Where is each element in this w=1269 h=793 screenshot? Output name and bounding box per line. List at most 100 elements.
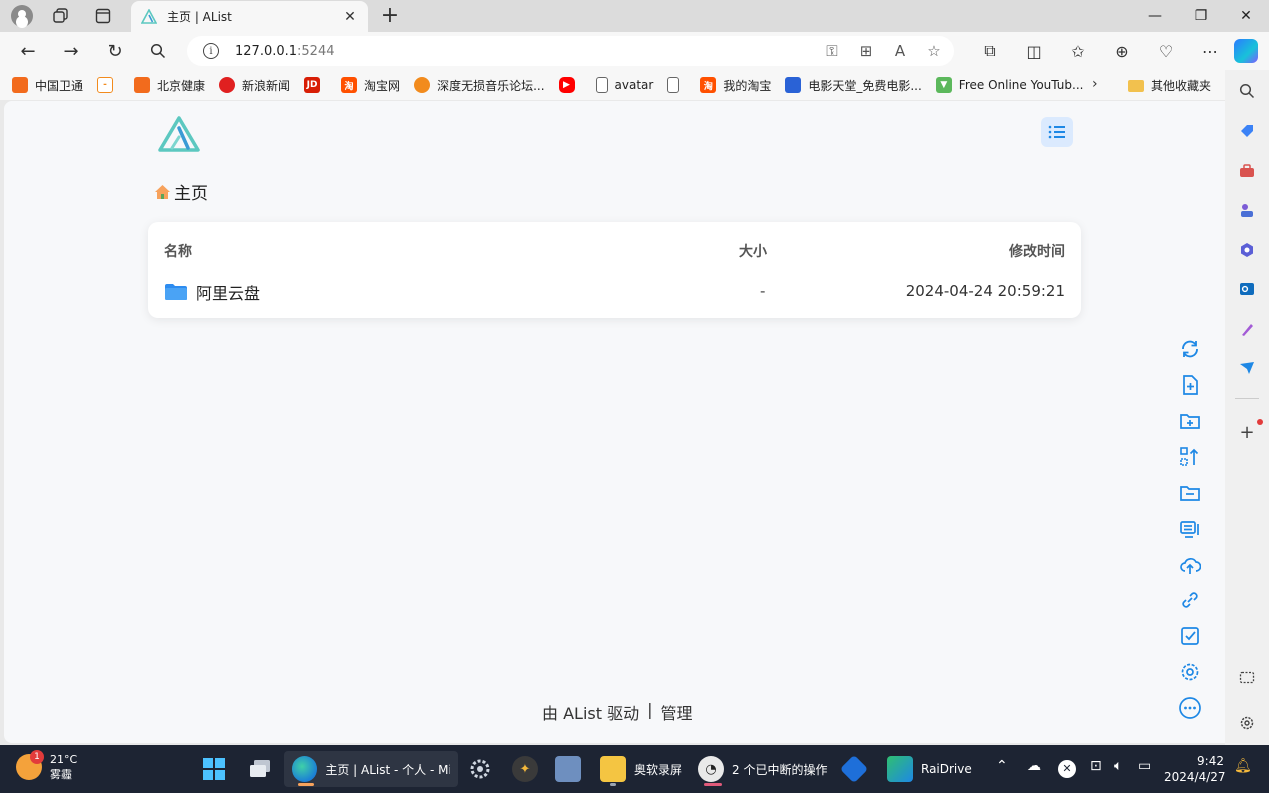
manage-link[interactable]: 管理 — [660, 700, 692, 724]
start-button[interactable] — [202, 751, 226, 787]
taskbar-operations[interactable]: ◔ 2 个已中断的操作 — [698, 751, 827, 787]
taskbar-edge-window[interactable]: 主页 | AList - 个人 - Mic — [284, 751, 458, 787]
bookmark-item[interactable]: 电影天堂_免费电影... — [785, 77, 922, 94]
bookmark-item[interactable]: 深度无损音乐论坛... — [414, 77, 545, 94]
bookmark-item[interactable]: JD — [304, 77, 327, 93]
notification-bell-icon[interactable]: 🔔︎ — [1234, 758, 1252, 774]
folder-icon — [165, 284, 187, 300]
split-screen-icon[interactable]: ◫ — [1012, 37, 1056, 65]
taskbar-app[interactable]: ✦ — [512, 751, 546, 787]
sidebar-settings-icon[interactable] — [1237, 713, 1257, 733]
browser-tab-active[interactable]: 主页 | AList ✕ — [131, 1, 368, 32]
refresh-icon[interactable] — [1178, 337, 1202, 361]
sidebar-screenshot-icon[interactable] — [1237, 668, 1257, 688]
taskbar-settings-app[interactable] — [468, 751, 492, 787]
task-view-button[interactable] — [248, 751, 272, 787]
bookmark-item[interactable] — [667, 77, 686, 93]
taskbar-recorder[interactable]: 奥软录屏 — [600, 751, 682, 787]
settings-gear-icon[interactable] — [1178, 660, 1202, 684]
bookmark-item[interactable]: 淘我的淘宝 — [700, 77, 771, 94]
other-favorites-folder[interactable]: 其他收藏夹 — [1128, 77, 1211, 94]
weather-widget[interactable]: 1 21°C 雾霾 — [16, 750, 77, 782]
sidebar-shopping-tag-icon[interactable] — [1237, 121, 1257, 141]
back-button[interactable]: ← — [13, 37, 43, 65]
address-url: 127.0.0.1:5244 — [235, 44, 335, 59]
bookmarks-overflow-chevron-icon[interactable]: › — [1092, 76, 1098, 92]
bookmark-item[interactable]: 淘淘宝网 — [341, 77, 400, 94]
profile-button[interactable] — [8, 3, 36, 29]
bookmark-item[interactable]: ▶ — [558, 77, 582, 93]
breadcrumb-home[interactable]: 主页 — [174, 179, 208, 204]
active-window-indicator — [298, 783, 314, 786]
powered-by-link[interactable]: 由 AList 驱动 — [542, 700, 639, 724]
browser-essentials-icon[interactable]: ♡ — [1144, 37, 1188, 65]
site-info-icon[interactable]: i — [203, 43, 219, 59]
app-icon — [555, 756, 581, 782]
sidebar-outlook-icon[interactable] — [1237, 279, 1257, 299]
tray-chevron-up-icon[interactable]: ⌃ — [996, 758, 1008, 774]
taskbar-raidrive[interactable]: RaiDrive — [887, 751, 972, 787]
bookmark-item[interactable]: 中国卫通 — [12, 77, 83, 94]
select-checkbox-icon[interactable] — [1178, 624, 1202, 648]
bookmark-item[interactable]: - — [97, 77, 120, 93]
sidebar-send-icon[interactable] — [1237, 358, 1257, 378]
column-header-size[interactable]: 大小 — [739, 241, 767, 261]
column-header-name[interactable]: 名称 — [164, 241, 192, 261]
favorite-star-icon[interactable]: ☆ — [924, 40, 944, 62]
collections-icon[interactable]: ⊕ — [1100, 37, 1144, 65]
sidebar-microsoft365-icon[interactable] — [1237, 240, 1257, 260]
weather-description: 雾霾 — [50, 768, 72, 781]
column-header-modified[interactable]: 修改时间 — [1009, 241, 1065, 261]
favorites-icon[interactable]: ✩ — [1056, 37, 1100, 65]
file-name-cell[interactable]: 阿里云盘 — [164, 280, 260, 304]
password-key-icon[interactable]: ⚿ — [822, 40, 842, 62]
new-file-icon[interactable] — [1178, 373, 1202, 397]
forward-button[interactable]: → — [56, 37, 86, 65]
extensions-icon[interactable]: ⧉ — [968, 37, 1012, 65]
copilot-icon[interactable] — [1234, 39, 1258, 63]
more-options-icon[interactable] — [1178, 696, 1202, 720]
bookmark-item[interactable]: ▼ Free Online YouTub... — [935, 77, 1083, 93]
sidebar-designer-icon[interactable] — [1237, 319, 1257, 339]
sort-icon[interactable] — [1178, 445, 1202, 469]
system-clock[interactable]: 9:42 2024/4/27 — [1164, 753, 1226, 785]
tray-volume-icon[interactable]: 🔈︎ — [1114, 758, 1122, 774]
layout-toggle-button[interactable] — [1041, 117, 1073, 147]
bookmark-item[interactable]: 北京健康 — [134, 77, 205, 94]
tab-actions-button[interactable] — [89, 3, 117, 29]
tray-battery-icon[interactable]: ▭ — [1138, 758, 1151, 774]
bookmark-item[interactable]: avatar — [595, 77, 653, 93]
close-window-button[interactable]: ✕ — [1223, 0, 1269, 32]
alist-logo-icon[interactable] — [157, 115, 201, 153]
windows-taskbar: 1 21°C 雾霾 主页 | AList - 个人 - Mic ✦ 奥软录屏 ◔… — [0, 745, 1269, 793]
open-folder-icon[interactable] — [1178, 481, 1202, 505]
file-list: 名称 大小 修改时间 阿里云盘 - 2024-04-24 20:59:21 — [148, 222, 1081, 318]
app-available-icon[interactable]: ⊞ — [856, 40, 876, 62]
address-bar[interactable]: i 127.0.0.1:5244 ⚿ ⊞ A ☆ — [187, 36, 954, 66]
sidebar-games-icon[interactable] — [1237, 200, 1257, 220]
upload-cloud-icon[interactable] — [1178, 553, 1202, 577]
tray-onedrive-icon[interactable]: ☁ — [1027, 758, 1041, 774]
sidebar-search-icon[interactable] — [1237, 81, 1257, 101]
search-button[interactable] — [143, 37, 173, 65]
new-folder-icon[interactable] — [1178, 409, 1202, 433]
weibo-icon — [219, 77, 236, 93]
sidebar-tools-icon[interactable] — [1237, 161, 1257, 181]
tray-network-icon[interactable]: ⊡ — [1090, 758, 1102, 774]
offline-download-icon[interactable] — [1178, 517, 1202, 541]
sidebar-add-icon[interactable]: + — [1237, 422, 1257, 443]
more-menu-icon[interactable]: ⋯ — [1188, 37, 1232, 65]
table-row[interactable]: 阿里云盘 - 2024-04-24 20:59:21 — [148, 276, 1081, 308]
refresh-button[interactable]: ↻ — [100, 37, 130, 65]
restore-button[interactable]: ❐ — [1178, 0, 1224, 32]
bookmark-item[interactable]: 新浪新闻 — [219, 77, 290, 94]
new-tab-button[interactable]: + — [376, 2, 404, 30]
tab-close-icon[interactable]: ✕ — [342, 9, 358, 25]
read-aloud-icon[interactable]: A — [890, 40, 910, 62]
link-icon[interactable] — [1178, 588, 1202, 612]
taskbar-app[interactable] — [555, 751, 589, 787]
minimize-button[interactable]: — — [1132, 0, 1178, 32]
workspaces-button[interactable] — [47, 3, 75, 29]
tray-close-app-icon[interactable]: ✕ — [1058, 760, 1076, 778]
taskbar-app[interactable] — [839, 751, 872, 787]
